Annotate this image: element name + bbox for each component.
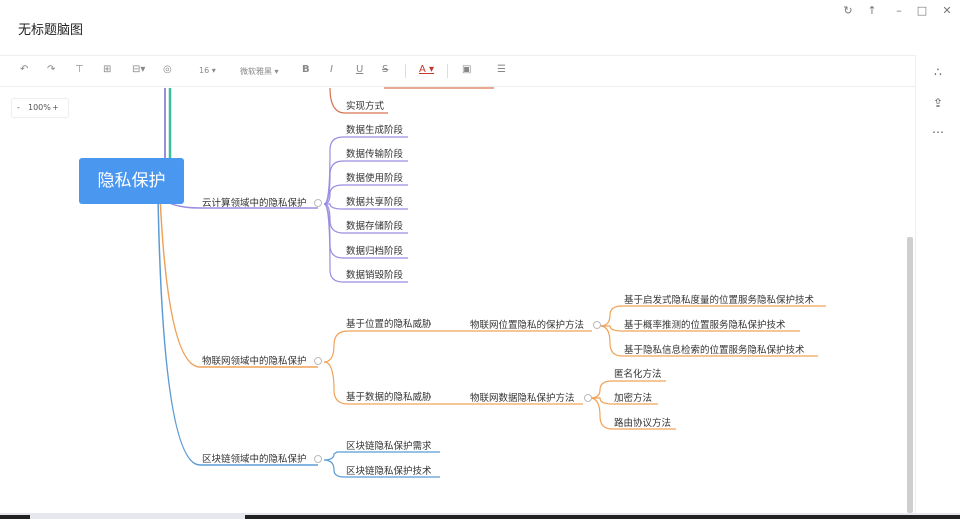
data-method-node[interactable]: 加密方法	[614, 393, 652, 405]
iot-location-method-node[interactable]: 物联网位置隐私的保护方法	[470, 320, 584, 332]
taskbar-edge	[245, 515, 960, 519]
mindmap-connectors	[157, 87, 826, 478]
branch-iot[interactable]: 物联网领域中的隐私保护	[202, 356, 307, 368]
iot-location-threat-node[interactable]: 基于位置的隐私威胁	[346, 319, 432, 331]
taskbar-edge	[0, 515, 30, 519]
cloud-stage-node[interactable]: 数据共享阶段	[346, 197, 403, 209]
blockchain-child-node[interactable]: 区块链隐私保护技术	[346, 466, 432, 478]
export-icon[interactable]: ⇪	[930, 96, 946, 110]
cloud-stage-node[interactable]: 数据存储阶段	[346, 221, 403, 233]
iot-data-threat-node[interactable]: 基于数据的隐私威胁	[346, 392, 432, 404]
collapse-toggle[interactable]	[314, 455, 322, 463]
cloud-stage-node[interactable]: 数据归档阶段	[346, 246, 403, 258]
vertical-scrollbar[interactable]	[907, 237, 913, 513]
cloud-stage-node[interactable]: 数据使用阶段	[346, 173, 403, 185]
close-icon[interactable]: ✕	[939, 4, 955, 17]
data-method-node[interactable]: 匿名化方法	[614, 369, 662, 381]
more-icon[interactable]: ⋯	[930, 125, 946, 139]
blockchain-child-node[interactable]: 区块链隐私保护需求	[346, 441, 432, 453]
collapse-toggle[interactable]	[584, 394, 592, 402]
branch-cloud[interactable]: 云计算领域中的隐私保护	[202, 198, 307, 210]
collapse-toggle[interactable]	[314, 199, 322, 207]
root-node[interactable]: 隐私保护	[79, 158, 184, 204]
share-icon[interactable]: ∴	[930, 65, 946, 79]
location-tech-node[interactable]: 基于概率推测的位置服务隐私保护技术	[624, 320, 786, 332]
location-tech-node[interactable]: 基于隐私信息检索的位置服务隐私保护技术	[624, 345, 805, 357]
cloud-stage-node[interactable]: 数据生成阶段	[346, 125, 403, 137]
collapse-toggle[interactable]	[593, 321, 601, 329]
cloud-stage-node[interactable]: 数据销毁阶段	[346, 270, 403, 282]
branch-implementation[interactable]: 实现方式	[346, 101, 384, 113]
collapse-toggle[interactable]	[314, 357, 322, 365]
branch-blockchain[interactable]: 区块链领域中的隐私保护	[202, 454, 307, 466]
data-method-node[interactable]: 路由协议方法	[614, 418, 671, 430]
maximize-icon[interactable]: □	[914, 4, 930, 17]
location-tech-node[interactable]: 基于启发式隐私度量的位置服务隐私保护技术	[624, 295, 814, 307]
right-sidebar: ∴ ⇪ ⋯	[915, 55, 960, 519]
iot-data-method-node[interactable]: 物联网数据隐私保护方法	[470, 393, 575, 405]
cloud-stage-node[interactable]: 数据传输阶段	[346, 149, 403, 161]
